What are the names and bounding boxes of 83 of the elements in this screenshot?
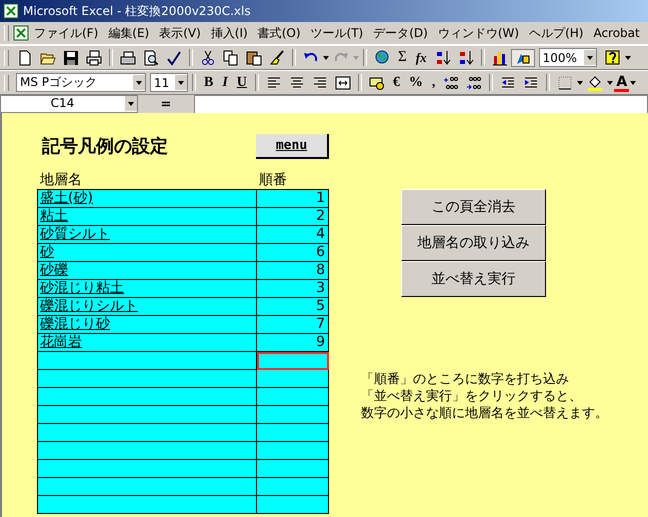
- menu-item[interactable]: ウィンドウ(W): [432, 22, 524, 44]
- table-cell[interactable]: [38, 460, 257, 478]
- table-cell[interactable]: 3: [257, 280, 329, 298]
- table-cell[interactable]: 2: [257, 208, 329, 226]
- table-cell[interactable]: [257, 442, 329, 460]
- caret-icon[interactable]: [630, 80, 636, 84]
- caret-icon[interactable]: [624, 56, 631, 60]
- table-cell[interactable]: 砂: [38, 244, 257, 262]
- table-cell[interactable]: [257, 460, 329, 478]
- table-cell[interactable]: [257, 478, 329, 496]
- bold-button[interactable]: B: [200, 72, 218, 92]
- autosum-button[interactable]: Σ: [394, 48, 411, 68]
- menu-item[interactable]: ファイル(F): [29, 22, 104, 44]
- font-size-dropdown[interactable]: 11: [150, 73, 188, 92]
- table-cell[interactable]: [257, 370, 329, 388]
- name-box[interactable]: C14: [0, 95, 138, 113]
- table-cell[interactable]: [257, 424, 329, 442]
- caret-icon: [136, 80, 142, 84]
- menu-item[interactable]: 書式(O): [252, 22, 306, 44]
- table-cell[interactable]: 6: [257, 244, 329, 262]
- italic-button[interactable]: I: [218, 72, 232, 92]
- caret-icon: [586, 56, 593, 60]
- instruction-text: 「順番」のところに数字を打ち込み 「並べ替え実行」をクリックすると、 数字の小さな順に地層名を並べ替えます。: [361, 371, 608, 422]
- percent-button[interactable]: %: [404, 72, 427, 92]
- macro-button[interactable]: 地層名の取り込み: [401, 225, 546, 261]
- macro-button[interactable]: この頁全消去: [401, 189, 546, 225]
- table-cell[interactable]: [38, 388, 257, 406]
- table-cell[interactable]: [38, 496, 257, 514]
- caret-icon[interactable]: [577, 80, 584, 84]
- table-cell[interactable]: [257, 388, 329, 406]
- menu-item[interactable]: 編集(E): [103, 22, 154, 44]
- menu-button[interactable]: menu: [256, 134, 329, 158]
- table-cell[interactable]: [38, 370, 257, 388]
- column-header: 順番: [259, 171, 287, 189]
- table-cell[interactable]: 砂混じり粘土: [38, 280, 257, 298]
- underline-button[interactable]: U: [232, 72, 251, 92]
- table-cell[interactable]: 盛土(砂): [38, 190, 257, 208]
- table-cell[interactable]: [257, 352, 329, 370]
- macro-button[interactable]: 並べ替え実行: [401, 261, 546, 297]
- sheet-title: 記号凡例の設定: [42, 135, 168, 158]
- insert-function-button[interactable]: fx: [412, 48, 431, 68]
- table-cell[interactable]: [38, 406, 257, 424]
- equals-sign: =: [160, 96, 172, 112]
- table-cell[interactable]: 8: [257, 262, 329, 280]
- font-color-button[interactable]: A: [614, 74, 630, 92]
- window-title: Microsoft Excel - 柱変換2000v230C.xls: [23, 2, 251, 20]
- table-cell[interactable]: 4: [257, 226, 329, 244]
- menu-item[interactable]: ヘルプ(H): [524, 22, 588, 44]
- table-cell[interactable]: 砂礫: [38, 262, 257, 280]
- menu-item[interactable]: データ(D): [368, 22, 433, 44]
- column-header: 地層名: [39, 171, 83, 189]
- caret-icon[interactable]: [323, 56, 329, 60]
- table-cell[interactable]: 9: [257, 334, 329, 352]
- table-cell[interactable]: 5: [257, 298, 329, 316]
- caret-icon: [178, 80, 184, 84]
- caret-icon[interactable]: [607, 80, 614, 84]
- menu-item[interactable]: ツール(T): [306, 22, 368, 44]
- spreadsheet-icon: [3, 3, 19, 19]
- formula-field[interactable]: [194, 94, 648, 114]
- table-cell[interactable]: [38, 424, 257, 442]
- table-cell[interactable]: 砂質シルト: [38, 226, 257, 244]
- table-cell[interactable]: [38, 352, 257, 370]
- table-cell[interactable]: [257, 496, 329, 514]
- menu-item[interactable]: 挿入(I): [206, 22, 253, 44]
- euro-button[interactable]: €: [388, 72, 404, 92]
- table-cell[interactable]: [38, 478, 257, 496]
- table-cell[interactable]: 礫混じり砂: [38, 316, 257, 334]
- table-cell[interactable]: 7: [257, 316, 329, 334]
- caret-icon: [128, 102, 134, 106]
- table-cell[interactable]: 花崗岩: [38, 334, 257, 352]
- font-dropdown[interactable]: MS Pゴシック: [16, 73, 146, 92]
- menu-item[interactable]: 表示(V): [154, 22, 206, 44]
- table-cell[interactable]: 1: [257, 190, 329, 208]
- table-cell[interactable]: 粘土: [38, 208, 257, 226]
- menu-item[interactable]: Acrobat: [588, 24, 645, 42]
- zoom-dropdown[interactable]: 100%: [538, 48, 597, 67]
- caret-icon: [353, 56, 359, 60]
- spreadsheet-icon[interactable]: [13, 25, 29, 41]
- table-cell[interactable]: 礫混じりシルト: [38, 298, 257, 316]
- drawing-icon[interactable]: [512, 50, 534, 66]
- table-cell[interactable]: [257, 406, 329, 424]
- table-cell[interactable]: [38, 442, 257, 460]
- comma-button[interactable]: ,: [428, 72, 440, 92]
